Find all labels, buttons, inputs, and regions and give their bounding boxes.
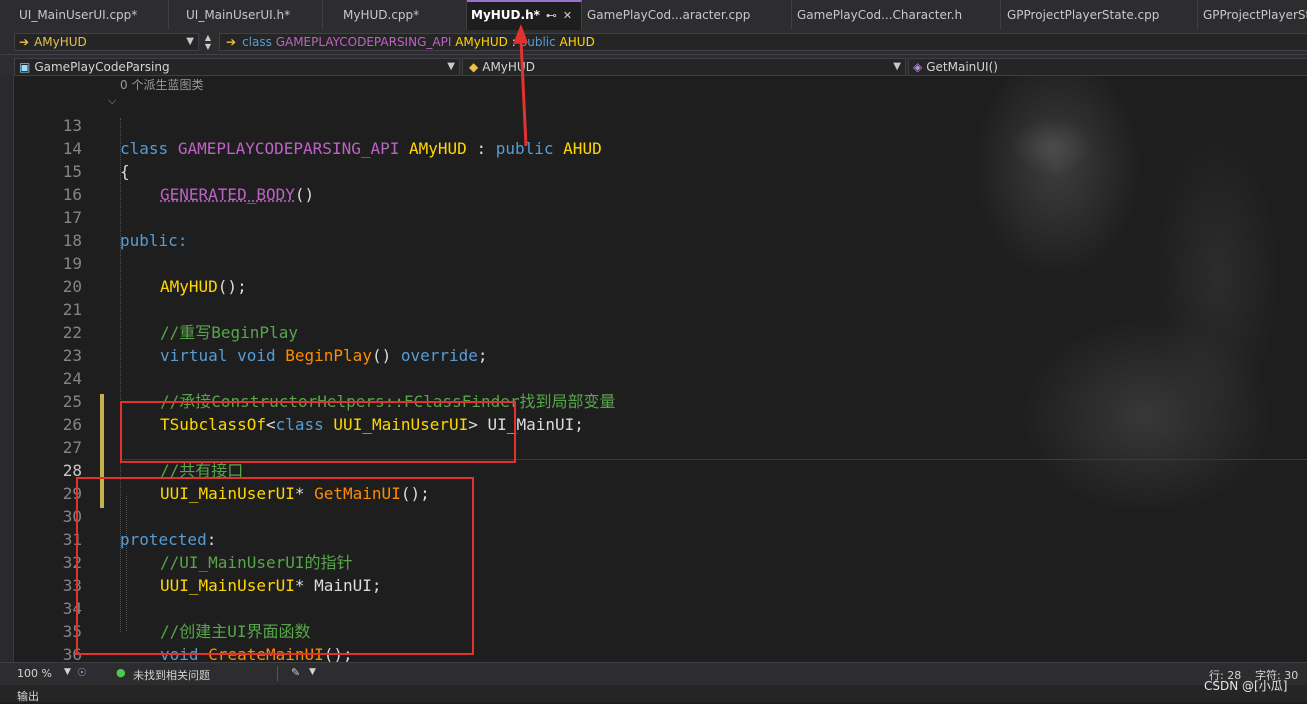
navigation-bar: ➔ AMyHUD ▼ ▲ ▼ ➔ class GAMEPLAYCODEPARSING_… — [0, 30, 1307, 55]
signature-bar[interactable]: ➔ class GAMEPLAYCODEPARSING_API AMyHUD : … — [219, 33, 1307, 51]
sig-name: AMyHUD — [455, 35, 508, 49]
code-line-17: 17 public: — [14, 183, 1307, 250]
chevron-down-icon: ▼ — [893, 61, 901, 72]
scope-bar: ▣ GamePlayCodeParsing ▼ ◆ AMyHUD ▼ ◈ GetMai… — [0, 55, 1307, 77]
tab-myhud-cpp[interactable]: MyHUD.cpp* — [323, 0, 467, 30]
document-tab-bar: UI_MainUserUI.cpp* UI_MainUserUI.h* MyHU… — [0, 0, 1307, 31]
annotation-arrow-icon — [513, 24, 528, 147]
arrow-right-icon: ➔ — [226, 35, 237, 49]
tab-label: GamePlayCod...aracter.cpp — [587, 8, 751, 22]
project-value: GamePlayCodeParsing — [34, 60, 170, 74]
code-line-15: 15 GENERATED_BODY() — [14, 137, 1307, 204]
brush-icon[interactable]: ✎ — [291, 666, 300, 679]
code-line-25: 25 TSubclassOf<class UUI_MainUserUI> UI_… — [14, 367, 1307, 434]
issues-status[interactable]: 未找到相关问题 — [133, 667, 210, 683]
copilot-icon[interactable]: ☉ — [77, 666, 87, 679]
tab-gpprojectplayerstate-cpp[interactable]: GPProjectPlayerState.cpp — [1001, 0, 1198, 30]
project-icon: ▣ — [19, 60, 31, 74]
check-circle-icon: ● — [116, 666, 126, 679]
tab-ui-mainuserui-cpp[interactable]: UI_MainUserUI.cpp* — [0, 0, 169, 30]
code-line-18: 18 — [14, 206, 1307, 250]
code-line-19: 19 AMyHUD(); — [14, 229, 1307, 296]
type-combo-value: AMyHUD — [34, 35, 87, 49]
tab-label: MyHUD.cpp* — [343, 8, 420, 22]
code-line-23: 23 — [14, 321, 1307, 365]
sig-base: AHUD — [559, 35, 595, 49]
stepper-icon[interactable]: ▲ ▼ — [202, 33, 214, 51]
tab-label: UI_MainUserUI.h* — [186, 8, 291, 22]
chevron-down-icon: ▼ — [186, 36, 194, 47]
member-combo[interactable]: ◈ GetMainUI() — [908, 58, 1307, 76]
code-line-22: 22 virtual void BeginPlay() override; — [14, 298, 1307, 365]
chevron-down-icon: ▼ — [447, 61, 455, 72]
zoom-level[interactable]: 100 % — [17, 667, 52, 680]
code-line-24: 24 //承接ConstructorHelpers::FClassFinder找… — [14, 344, 1307, 411]
tab-label: GPProjectPlayerState.cpp — [1007, 8, 1160, 22]
tab-ui-mainuserui-h[interactable]: UI_MainUserUI.h* — [169, 0, 323, 30]
tab-label: GamePlayCod...Character.h — [797, 8, 963, 22]
project-combo[interactable]: ▣ GamePlayCodeParsing ▼ — [14, 58, 460, 76]
annotation-box-public-interface — [120, 401, 516, 463]
code-line-16: 16 — [14, 160, 1307, 204]
type-combo[interactable]: ➔ AMyHUD ▼ — [14, 33, 199, 51]
sig-keyword: class — [242, 35, 272, 49]
editor-status-bar: 100 % ▼ ☉ ● 未找到相关问题 ✎ ▼ 行: 28 字符: 30 — [0, 662, 1307, 685]
pin-icon[interactable]: ⊷ — [546, 9, 557, 22]
tab-gameplaycharacter-h[interactable]: GamePlayCod...Character.h — [792, 0, 1001, 30]
tab-label: MyHUD.h* — [471, 8, 540, 22]
method-icon: ◈ — [913, 60, 923, 74]
tab-label: UI_MainUserUI.cpp* — [19, 8, 138, 22]
code-line-14: 14 { — [14, 114, 1307, 181]
member-value: GetMainUI() — [926, 60, 998, 74]
code-line-21: 21 //重写BeginPlay — [14, 275, 1307, 342]
sig-api: GAMEPLAYCODEPARSING_API — [275, 35, 452, 49]
code-line-13: 13 class GAMEPLAYCODEPARSING_API AMyHUD … — [14, 91, 1307, 158]
code-line-20: 20 — [14, 252, 1307, 296]
annotation-box-protected-section — [76, 477, 474, 655]
class-icon: ◆ — [469, 60, 479, 74]
close-icon[interactable]: ✕ — [563, 9, 572, 22]
tab-gpprojectplayerstate-h[interactable]: GPProjectPlayerSt — [1198, 0, 1307, 30]
tab-label: GPProjectPlayerSt — [1203, 8, 1307, 22]
chevron-down-icon[interactable]: ▼ — [64, 667, 71, 677]
toolbox-edge[interactable] — [0, 76, 14, 662]
watermark: CSDN @[小瓜] — [1204, 679, 1288, 693]
chevron-down-icon[interactable]: ▼ — [309, 667, 316, 677]
code-editor[interactable]: 0 个派生蓝图类 ⌵ 13 class GAMEPLAYCODEPARSING_… — [14, 76, 1307, 662]
divider — [277, 666, 278, 681]
tab-gameplaycharacter-cpp[interactable]: GamePlayCod...aracter.cpp — [582, 0, 792, 30]
arrow-right-icon: ➔ — [19, 35, 30, 49]
output-panel-strip: 输出 CSDN @[小瓜] — [0, 679, 1307, 703]
